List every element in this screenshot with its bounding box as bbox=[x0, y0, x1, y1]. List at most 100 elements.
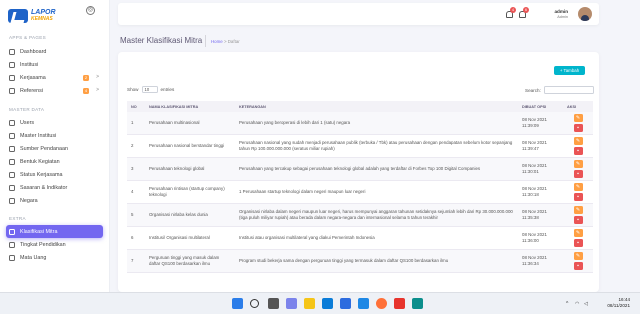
search-control: Search: bbox=[525, 86, 594, 94]
chevron-right-icon: > bbox=[96, 74, 99, 80]
content-card: + Tambah Show 10 entries Search: NO NAMA… bbox=[118, 52, 599, 292]
search-input[interactable] bbox=[543, 86, 594, 94]
wallet-icon bbox=[9, 145, 15, 152]
chevron-up-icon[interactable]: ^ bbox=[566, 301, 568, 307]
windows-taskbar: ^ ◠ ◁ 16:44 08/11/2021 bbox=[0, 292, 640, 314]
edit-icon[interactable]: ✎ bbox=[573, 229, 583, 237]
sidebar-item-kerjasama[interactable]: Kerjasama 2 > bbox=[0, 71, 109, 84]
app-icon-red[interactable] bbox=[394, 298, 405, 309]
sidebar-item-institusi[interactable]: Institusi bbox=[0, 58, 109, 71]
avatar[interactable] bbox=[578, 7, 592, 21]
edit-icon[interactable]: ✎ bbox=[573, 137, 583, 145]
table-row: 6 Institusi/ Organisasi multilateral Ins… bbox=[127, 226, 593, 250]
sidebar-item-sumber-pendanaan[interactable]: Sumber Pendanaan bbox=[0, 142, 109, 155]
cell-no: 2 bbox=[127, 134, 145, 158]
sidebar-toggle-icon[interactable]: ◎ bbox=[86, 6, 95, 15]
delete-icon[interactable]: ▪ bbox=[573, 193, 583, 201]
cell-name: Perusahaan nasional berstandar tinggi bbox=[145, 134, 235, 158]
add-button[interactable]: + Tambah bbox=[554, 66, 585, 75]
sidebar-item-status-kerjasama[interactable]: Status Kerjasama bbox=[0, 168, 109, 181]
cell-date: 08 Nov 2021 11:30:18 bbox=[518, 180, 563, 204]
sidebar-item-klasifikasi-mitra[interactable]: Klasifikasi Mitra bbox=[6, 225, 103, 238]
users-icon bbox=[9, 119, 15, 126]
sidebar-item-negara[interactable]: Negara bbox=[0, 194, 109, 207]
file-explorer-icon[interactable] bbox=[304, 298, 315, 309]
user-name[interactable]: admin bbox=[534, 9, 568, 14]
cell-name: Perusahaan multinasional bbox=[145, 112, 235, 135]
delete-icon[interactable]: ▪ bbox=[573, 124, 583, 132]
chat-icon[interactable] bbox=[286, 298, 297, 309]
edit-icon[interactable]: ✎ bbox=[573, 206, 583, 214]
edit-icon[interactable]: ✎ bbox=[573, 160, 583, 168]
column-header-name[interactable]: NAMA KLASIFIKASI MITRA bbox=[145, 101, 235, 112]
entries-label: entries bbox=[160, 87, 175, 92]
cell-desc: Institusi atau organisasi multilateral y… bbox=[235, 226, 518, 250]
chevron-right-icon: > bbox=[96, 87, 99, 93]
referensi-badge: 4 bbox=[83, 87, 89, 94]
column-header-no[interactable]: NO bbox=[127, 101, 145, 112]
cell-desc: Perusahaan nasional yang sudah menjadi p… bbox=[235, 134, 518, 158]
brand-line1: LAPOR bbox=[31, 9, 56, 16]
cell-date: 08 Nov 2021 11:36:00 bbox=[518, 226, 563, 250]
delete-icon[interactable]: ▪ bbox=[573, 216, 583, 224]
windows-start-icon[interactable] bbox=[232, 298, 243, 309]
sidebar-item-referensi[interactable]: Referensi 4 > bbox=[0, 84, 109, 97]
cell-name: Perusahaan rintisan (startup company) te… bbox=[145, 180, 235, 204]
firefox-icon[interactable] bbox=[376, 298, 387, 309]
home-icon bbox=[9, 48, 15, 55]
sidebar-item-dashboard[interactable]: Dashboard bbox=[0, 45, 109, 58]
trend-icon bbox=[9, 241, 15, 248]
delete-icon[interactable]: ▪ bbox=[573, 262, 583, 270]
page-title: Master Klasifikasi Mitra bbox=[120, 36, 203, 45]
sidebar-item-users[interactable]: Users bbox=[0, 116, 109, 129]
table-row: 2 Perusahaan nasional berstandar tinggi … bbox=[127, 134, 593, 158]
column-header-date[interactable]: DIBUAT OPSI bbox=[518, 101, 563, 112]
sidebar-item-bentuk-kegiatan[interactable]: Bentuk Kegiatan bbox=[0, 155, 109, 168]
volume-icon[interactable]: ◁ bbox=[584, 301, 588, 307]
column-header-action: AKSI bbox=[563, 101, 593, 112]
user-role: Admin bbox=[557, 15, 568, 19]
sidebar-item-master-institusi[interactable]: Master Institusi bbox=[0, 129, 109, 142]
breadcrumb-home[interactable]: Home bbox=[211, 39, 223, 44]
list-icon bbox=[9, 228, 15, 235]
delete-icon[interactable]: ▪ bbox=[573, 147, 583, 155]
edge-icon[interactable] bbox=[322, 298, 333, 309]
table-row: 1 Perusahaan multinasional Perusahaan ya… bbox=[127, 112, 593, 135]
delete-icon[interactable]: ▪ bbox=[573, 239, 583, 247]
cell-date: 08 Nov 2021 11:30:01 bbox=[518, 157, 563, 181]
edit-icon[interactable]: ✎ bbox=[573, 183, 583, 191]
app-icon-teal[interactable] bbox=[412, 298, 423, 309]
cell-desc: Organisasi nirlaba dalam negeri maupun l… bbox=[235, 203, 518, 227]
currency-icon bbox=[9, 254, 15, 261]
edit-icon[interactable]: ✎ bbox=[573, 114, 583, 122]
show-label: Show bbox=[127, 87, 139, 92]
cell-name: Organisasi nirlaba kelas dunia bbox=[145, 203, 235, 227]
clock[interactable]: 16:44 08/11/2021 bbox=[594, 297, 630, 309]
kerjasama-badge: 2 bbox=[83, 74, 89, 81]
book-icon bbox=[9, 87, 15, 94]
brand-line2: KEMNAS bbox=[31, 16, 53, 22]
delete-icon[interactable]: ▪ bbox=[573, 170, 583, 178]
cell-desc: Perusahaan yang beroperasi di lebih dari… bbox=[235, 112, 518, 135]
cell-date: 08 Nov 2021 11:39:47 bbox=[518, 134, 563, 158]
cell-desc: Perusahaan yang tercakup sebagai perusah… bbox=[235, 157, 518, 181]
building-icon bbox=[9, 132, 15, 139]
vscode-icon[interactable] bbox=[358, 298, 369, 309]
logo-mark-icon bbox=[8, 9, 28, 23]
cell-name: Perusahaan teknologi global bbox=[145, 157, 235, 181]
task-view-icon[interactable] bbox=[268, 298, 279, 309]
network-icon[interactable]: ◠ bbox=[575, 301, 579, 307]
app-icon[interactable] bbox=[340, 298, 351, 309]
sidebar-item-tingkat-pendidikan[interactable]: Tingkat Pendidikan bbox=[0, 238, 109, 251]
status-icon bbox=[9, 171, 15, 178]
search-icon[interactable] bbox=[250, 299, 259, 308]
cell-date: 08 Nov 2021 11:39:09 bbox=[518, 112, 563, 135]
column-header-desc[interactable]: KETERANGAN bbox=[235, 101, 518, 112]
cell-no: 3 bbox=[127, 157, 145, 181]
entries-select[interactable]: 10 bbox=[141, 86, 158, 93]
sidebar-item-mata-uang[interactable]: Mata Uang bbox=[0, 251, 109, 264]
edit-icon[interactable]: ✎ bbox=[573, 252, 583, 260]
sidebar-item-sasaran-indikator[interactable]: Sasaran & Indikator bbox=[0, 181, 109, 194]
data-table: NO NAMA KLASIFIKASI MITRA KETERANGAN DIB… bbox=[127, 101, 593, 273]
flag-icon bbox=[9, 197, 15, 204]
